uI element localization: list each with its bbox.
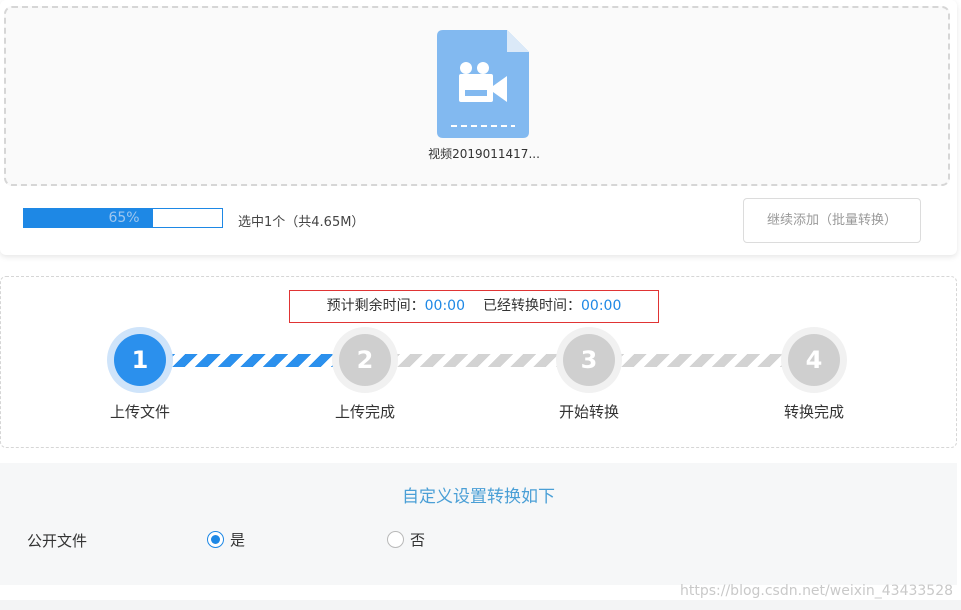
step-number: 3: [563, 334, 615, 386]
continue-add-button[interactable]: 继续添加（批量转换）: [743, 198, 921, 243]
upload-progress-bar: 65%: [23, 208, 223, 228]
time-info-box: 预计剩余时间：00:00 已经转换时间：00:00: [289, 290, 659, 323]
step-label: 开始转换: [558, 403, 619, 421]
public-file-no-radio[interactable]: 否: [387, 529, 425, 550]
file-name: 视频2019011417...: [428, 147, 540, 161]
step-label: 上传文件: [109, 403, 170, 421]
step-upload-file: 1 上传文件: [80, 327, 200, 422]
step-upload-complete: 2 上传完成: [305, 327, 425, 422]
elapsed-time-label: 已经转换时间：: [483, 298, 581, 314]
elapsed-time-value: 00:00: [581, 298, 622, 314]
radio-unchecked-icon[interactable]: [387, 531, 404, 548]
step-label: 上传完成: [334, 403, 395, 421]
step-halo: 3: [556, 327, 622, 393]
watermark: https://blog.csdn.net/weixin_43433528: [680, 583, 954, 599]
bottom-strip: [0, 600, 961, 610]
step-halo: 1: [107, 327, 173, 393]
video-file-icon: [437, 30, 529, 138]
step-number: 2: [339, 334, 391, 386]
step-label: 转换完成: [783, 403, 844, 421]
file-card[interactable]: 视频2019011417...: [424, 30, 544, 162]
upload-panel: 视频2019011417... 65% 选中1个（共4.65M） 继续添加（批量…: [0, 0, 957, 255]
step-conversion-complete: 4 转换完成: [754, 327, 874, 422]
settings-title: 自定义设置转换如下: [402, 487, 555, 507]
estimated-time-label: 预计剩余时间：: [326, 298, 425, 314]
radio-label-no: 否: [410, 531, 426, 549]
progress-text: 65%: [108, 210, 140, 226]
step-number: 4: [788, 334, 840, 386]
public-file-yes-radio[interactable]: 是: [207, 529, 245, 550]
step-progress-track: [140, 354, 814, 367]
step-halo: 4: [781, 327, 847, 393]
step-number: 1: [114, 334, 166, 386]
step-start-conversion: 3 开始转换: [529, 327, 649, 422]
file-dropzone[interactable]: 视频2019011417...: [4, 6, 950, 186]
selection-info: 选中1个（共4.65M）: [238, 215, 365, 230]
public-file-label: 公开文件: [27, 532, 88, 550]
radio-label-yes: 是: [230, 531, 246, 549]
step-halo: 2: [332, 327, 398, 393]
radio-checked-icon[interactable]: [207, 531, 224, 548]
estimated-time-value: 00:00: [424, 298, 465, 314]
